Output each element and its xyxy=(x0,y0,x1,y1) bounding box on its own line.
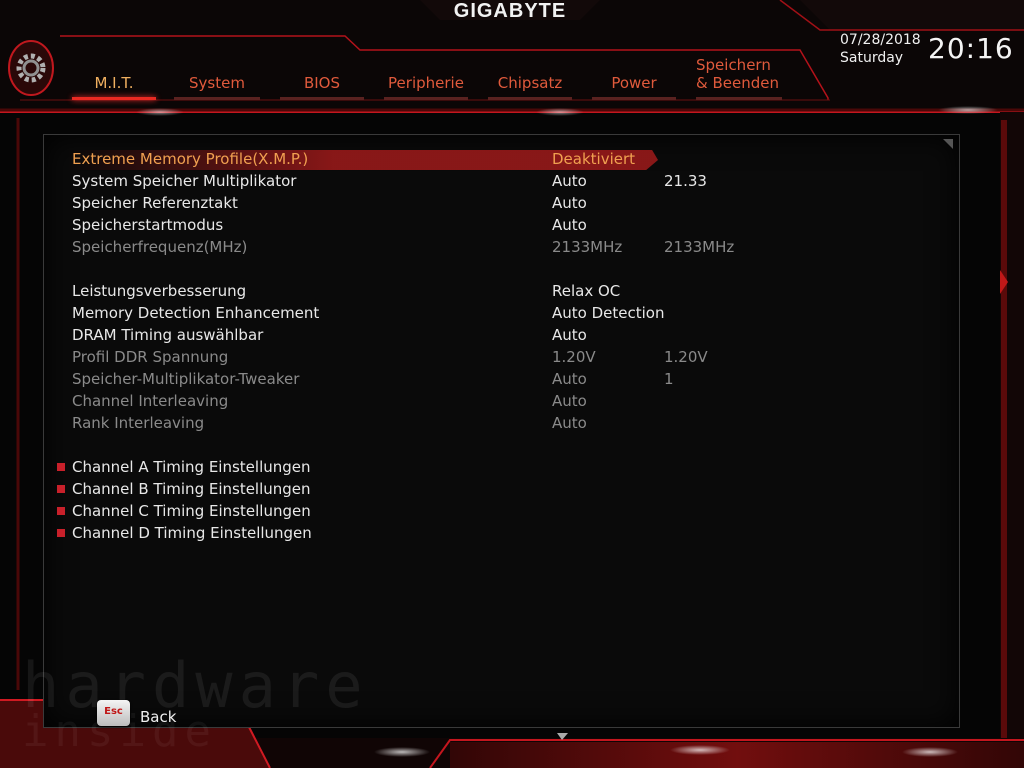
tab-mit[interactable]: M.I.T. xyxy=(68,74,160,100)
setting-channel-interleaving: Channel Interleaving xyxy=(72,392,229,410)
tab-label-line1: Speichern xyxy=(696,56,771,74)
date-display: 07/28/2018 Saturday xyxy=(840,31,921,67)
setting-memory-detection[interactable]: Memory Detection Enhancement xyxy=(72,302,319,324)
submenu-channel-c[interactable]: Channel C Timing Einstellungen xyxy=(72,500,311,522)
top-tab-bar: M.I.T. System BIOS Peripherie Chipsatz P… xyxy=(0,0,800,110)
setting-multiplier-tweaker-value: Auto xyxy=(552,370,587,388)
tab-label: Chipsatz xyxy=(497,74,563,92)
panel-corner-icon xyxy=(943,139,953,149)
date-text: 07/28/2018 xyxy=(840,32,921,48)
back-label[interactable]: Back xyxy=(140,708,176,726)
tab-system[interactable]: System xyxy=(170,74,264,100)
tab-chipsatz[interactable]: Chipsatz xyxy=(484,74,576,100)
tab-label: Peripherie xyxy=(388,74,464,92)
tab-underline xyxy=(280,97,364,100)
setting-ddr-voltage-current: 1.20V xyxy=(664,348,708,366)
tab-label: System xyxy=(189,74,245,92)
setting-memory-multiplier-value[interactable]: Auto xyxy=(552,170,587,192)
tab-underline xyxy=(592,97,676,100)
setting-ddr-voltage: Profil DDR Spannung xyxy=(72,348,229,366)
tab-bios[interactable]: BIOS xyxy=(276,74,368,100)
setting-memory-frequency-current: 2133MHz xyxy=(664,238,735,256)
setting-rank-interleaving: Rank Interleaving xyxy=(72,414,205,432)
submenu-bullet-icon xyxy=(57,485,65,493)
setting-channel-interleaving-value: Auto xyxy=(552,392,587,410)
setting-memory-frequency-value: 2133MHz xyxy=(552,238,623,256)
submenu-channel-b[interactable]: Channel B Timing Einstellungen xyxy=(72,478,311,500)
day-text: Saturday xyxy=(840,50,904,66)
esc-key-button[interactable]: Esc xyxy=(97,700,130,726)
setting-multiplier-tweaker: Speicher-Multiplikator-Tweaker xyxy=(72,370,300,388)
tab-label-line2: & Beenden xyxy=(696,74,779,92)
tab-underline xyxy=(72,97,156,100)
setting-rank-interleaving-value: Auto xyxy=(552,414,587,432)
setting-ddr-voltage-value: 1.20V xyxy=(552,348,596,366)
tab-underline xyxy=(696,97,782,100)
setting-multiplier-tweaker-current: 1 xyxy=(664,370,674,388)
setting-memory-detection-value[interactable]: Auto Detection xyxy=(552,302,664,324)
tab-peripherie[interactable]: Peripherie xyxy=(380,74,472,100)
submenu-bullet-icon xyxy=(57,463,65,471)
tab-power[interactable]: Power xyxy=(588,74,680,100)
setting-xmp[interactable]: Extreme Memory Profile(X.M.P.) xyxy=(72,148,308,170)
tab-label: BIOS xyxy=(303,74,341,92)
tab-underline xyxy=(488,97,572,100)
setting-performance-value[interactable]: Relax OC xyxy=(552,280,620,302)
setting-boot-mode-value[interactable]: Auto xyxy=(552,214,587,236)
tab-save-exit[interactable]: Speichern & Beenden xyxy=(692,56,786,100)
setting-boot-mode[interactable]: Speicherstartmodus xyxy=(72,214,223,236)
submenu-bullet-icon xyxy=(57,507,65,515)
setting-dram-timing[interactable]: DRAM Timing auswählbar xyxy=(72,324,263,346)
setting-reference-clock-value[interactable]: Auto xyxy=(552,192,587,214)
tab-underline xyxy=(384,97,468,100)
setting-memory-multiplier[interactable]: System Speicher Multiplikator xyxy=(72,170,296,192)
tab-underline xyxy=(174,97,260,100)
submenu-bullet-icon xyxy=(57,529,65,537)
tab-label: Power xyxy=(611,74,657,92)
setting-xmp-value[interactable]: Deaktiviert xyxy=(552,148,635,170)
tab-label: M.I.T. xyxy=(94,74,134,92)
setting-performance[interactable]: Leistungsverbesserung xyxy=(72,280,246,302)
submenu-channel-d[interactable]: Channel D Timing Einstellungen xyxy=(72,522,312,544)
submenu-channel-a[interactable]: Channel A Timing Einstellungen xyxy=(72,456,311,478)
setting-dram-timing-value[interactable]: Auto xyxy=(552,324,587,346)
setting-memory-frequency: Speicherfrequenz(MHz) xyxy=(72,238,248,256)
clock: 20:16 xyxy=(928,32,1014,65)
setting-memory-multiplier-current: 21.33 xyxy=(664,172,707,190)
setting-reference-clock[interactable]: Speicher Referenztakt xyxy=(72,192,238,214)
